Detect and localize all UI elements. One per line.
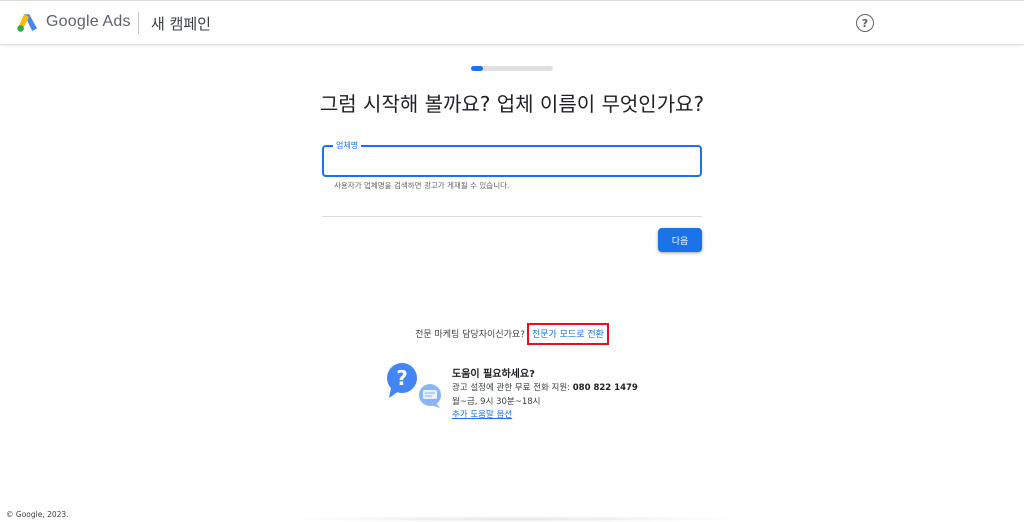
help-heading: 도움이 필요하세요? <box>452 369 535 380</box>
top-app-bar: Google Ads 새 캠페인 ? <box>0 0 1024 44</box>
step-headline: 그럼 시작해 볼까요? 업체 이름이 무엇인가요? <box>319 92 705 116</box>
next-button[interactable]: 다음 <box>658 228 702 252</box>
expert-mode-prompt: 전문 마케팅 담당자이신가요? 전문가 모드로 전환 <box>0 323 1024 345</box>
business-name-helper-text: 사용자가 업체명을 검색하면 광고가 게재될 수 있습니다. <box>334 181 510 190</box>
page-title: 새 캠페인 <box>151 15 211 33</box>
help-symbol: ? <box>861 16 869 30</box>
business-name-input[interactable] <box>324 147 700 175</box>
copyright-footer: © Google, 2023. <box>6 510 69 519</box>
brand-name: Google Ads <box>46 13 131 30</box>
google-ads-logo-icon[interactable] <box>17 13 38 32</box>
business-name-field[interactable]: 업체명 <box>322 141 702 177</box>
help-chat-illustration-icon: ? <box>387 363 441 408</box>
switch-to-expert-mode-link[interactable]: 전문가 모드로 전환 <box>526 323 609 345</box>
header-divider <box>138 12 139 34</box>
section-divider <box>322 216 702 217</box>
help-hours: 월~금, 9시 30분~18시 <box>452 397 541 407</box>
svg-text:?: ? <box>396 366 408 390</box>
help-phone-line: 광고 설정에 관한 무료 전화 지원: 080 822 1479 <box>452 381 638 393</box>
more-help-options-link[interactable]: 추가 도움말 옵션 <box>452 408 512 420</box>
progress-bar <box>471 66 553 71</box>
expert-question: 전문 마케팅 담당자이신가요? <box>415 330 525 340</box>
help-circle-icon[interactable]: ? <box>856 14 874 32</box>
bottom-panel-shadow <box>280 516 750 522</box>
help-phone-number: 080 822 1479 <box>572 383 638 393</box>
help-phone-prefix: 광고 설정에 관한 무료 전화 지원: <box>452 383 573 393</box>
progress-bar-fill <box>471 66 484 71</box>
